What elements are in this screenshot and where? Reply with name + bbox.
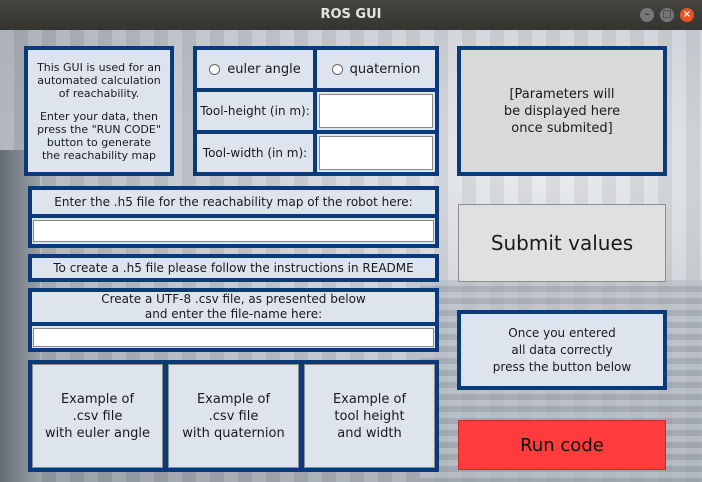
- h5-instructions-panel: To create a .h5 file please follow the i…: [28, 254, 439, 282]
- intro-text: press the "RUN CODE": [37, 122, 161, 136]
- examples-panel: Example of .csv file with euler angle Ex…: [28, 360, 439, 472]
- intro-text: automated calculation: [37, 73, 161, 87]
- minimize-icon[interactable]: –: [640, 8, 654, 22]
- example-quaternion-button[interactable]: Example of .csv file with quaternion: [168, 364, 299, 468]
- h5-prompt: Enter the .h5 file for the reachability …: [54, 195, 413, 209]
- tool-width-label-cell: Tool-width (in m):: [197, 134, 313, 172]
- hint-panel: Once you entered all data correctly pres…: [457, 310, 667, 390]
- hint-text: press the button below: [492, 359, 632, 374]
- quaternion-label: quaternion: [349, 61, 421, 77]
- tool-panel: euler angle quaternion Tool-height (in m…: [193, 46, 439, 176]
- params-display: [Parameters will be displayed here once …: [461, 50, 663, 172]
- tool-width-input[interactable]: [319, 136, 433, 170]
- submit-label: Submit values: [490, 231, 634, 255]
- example-text: with euler angle: [44, 425, 151, 441]
- euler-radio[interactable]: euler angle: [197, 50, 313, 88]
- h5-instructions: To create a .h5 file please follow the i…: [53, 261, 414, 275]
- main-window: This GUI is used for an automated calcul…: [0, 30, 702, 482]
- example-euler-button[interactable]: Example of .csv file with euler angle: [32, 364, 163, 468]
- run-code-button[interactable]: Run code: [458, 420, 666, 470]
- h5-panel: Enter the .h5 file for the reachability …: [28, 186, 439, 248]
- csv-prompt-cell: Create a UTF-8 .csv file, as presented b…: [32, 292, 435, 322]
- tool-height-label-cell: Tool-height (in m):: [197, 92, 313, 130]
- example-text: .csv file: [208, 408, 259, 424]
- example-text: tool height: [334, 408, 405, 424]
- h5-file-input[interactable]: [33, 220, 434, 242]
- intro-text: This GUI is used for an: [37, 60, 161, 74]
- example-text: and width: [337, 425, 402, 441]
- quaternion-radio[interactable]: quaternion: [317, 50, 435, 88]
- intro-text: the reachability map: [41, 148, 156, 162]
- radio-icon[interactable]: [209, 63, 221, 75]
- maximize-icon[interactable]: □: [660, 8, 674, 22]
- example-tool-button[interactable]: Example of tool height and width: [304, 364, 435, 468]
- submit-values-button[interactable]: Submit values: [458, 204, 666, 282]
- tool-height-input[interactable]: [319, 94, 433, 128]
- params-text: [Parameters will: [509, 86, 615, 102]
- intro-text: Enter your data, then: [39, 109, 159, 123]
- hint-text: all data correctly: [511, 342, 613, 357]
- run-label: Run code: [520, 434, 604, 456]
- hint-text: Once you entered: [508, 325, 616, 340]
- params-text: once submited]: [511, 120, 613, 136]
- radio-icon[interactable]: [331, 63, 343, 75]
- window-title: ROS GUI: [320, 7, 382, 22]
- params-panel: [Parameters will be displayed here once …: [457, 46, 667, 176]
- csv-prompt: Create a UTF-8 .csv file, as presented b…: [101, 292, 366, 306]
- csv-panel: Create a UTF-8 .csv file, as presented b…: [28, 288, 439, 352]
- title-bar: ROS GUI – □ ×: [0, 0, 702, 30]
- euler-label: euler angle: [227, 61, 301, 77]
- intro-text: button to generate: [46, 135, 152, 149]
- example-text: .csv file: [72, 408, 123, 424]
- tool-height-label: Tool-height (in m):: [200, 104, 310, 118]
- csv-file-input[interactable]: [33, 327, 434, 347]
- example-text: Example of: [196, 391, 271, 407]
- intro-text: of reachability.: [58, 86, 140, 100]
- params-text: be displayed here: [503, 103, 621, 119]
- example-text: with quaternion: [182, 425, 285, 441]
- example-text: Example of: [60, 391, 135, 407]
- example-text: Example of: [332, 391, 407, 407]
- close-icon[interactable]: ×: [680, 8, 694, 22]
- intro-panel: This GUI is used for an automated calcul…: [24, 46, 174, 176]
- csv-prompt: and enter the file-name here:: [144, 307, 323, 321]
- tool-width-label: Tool-width (in m):: [202, 146, 308, 160]
- h5-prompt-cell: Enter the .h5 file for the reachability …: [32, 190, 435, 214]
